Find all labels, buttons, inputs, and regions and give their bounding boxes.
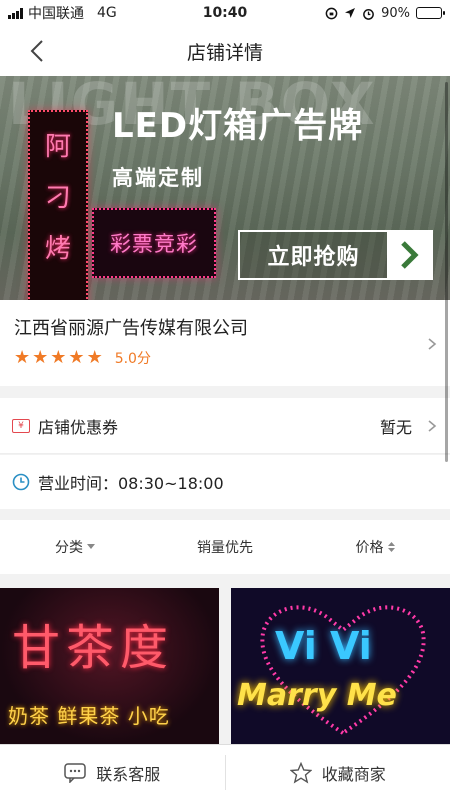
sort-price-label: 价格 (355, 540, 384, 556)
coupon-row[interactable]: ¥ 店铺优惠券 暂无 (0, 398, 450, 454)
status-right: 90% (325, 5, 445, 21)
sort-bar: 分类 销量优先 价格 (0, 520, 450, 574)
heart-icon (260, 605, 426, 736)
contact-service-button[interactable]: 联系客服 (0, 745, 225, 800)
carrier-name: 中国联通 (28, 6, 84, 22)
battery-percent: 90% (381, 5, 410, 21)
product-image-subtext: Marry Me (237, 678, 397, 713)
banner-led-sign-horizontal-text: 彩票竞彩 (110, 232, 198, 256)
chevron-left-icon (30, 40, 43, 62)
location-icon (345, 8, 356, 18)
scrollbar[interactable] (445, 82, 448, 462)
sort-toggle-icon (387, 542, 395, 552)
banner-led-sign-vertical: 阿刁烤 (28, 110, 88, 300)
signal-icon (8, 7, 23, 19)
product-image-text: Vi Vi (275, 624, 372, 668)
star-icon: ★ (32, 347, 49, 368)
clock-icon (12, 473, 30, 491)
product-image-text: 甘茶度 (12, 620, 175, 676)
bottom-action-bar: 联系客服 收藏商家 (0, 744, 450, 800)
back-button[interactable] (24, 38, 50, 64)
sort-category-button[interactable]: 分类 (0, 537, 150, 557)
status-bar: 中国联通 4G 10:40 90% (0, 0, 450, 26)
rotation-lock-icon (325, 7, 338, 19)
chevron-right-icon (387, 232, 431, 278)
shop-rating: ★ ★ ★ ★ ★ 5.0分 (14, 348, 151, 368)
star-icon: ★ (14, 347, 31, 368)
sort-sales-label: 销量优先 (197, 540, 253, 556)
coupon-icon: ¥ (12, 418, 30, 433)
product-card[interactable]: 甘茶度 奶茶 鲜果茶 小吃 (0, 588, 219, 744)
star-outline-icon (289, 761, 312, 783)
banner-led-sign-char: 烤 (44, 234, 71, 264)
product-image-subtext: 奶茶 鲜果茶 小吃 (8, 704, 170, 728)
nav-bar: 店铺详情 (0, 26, 450, 76)
banner-led-sign-char: 阿 (44, 132, 71, 162)
banner-led-sign-vertical-text: 阿刁烤 (30, 126, 86, 265)
status-left: 中国联通 4G (8, 3, 117, 23)
favorite-shop-button[interactable]: 收藏商家 (226, 745, 450, 800)
chevron-right-icon (428, 338, 437, 350)
star-icon: ★ (86, 347, 103, 368)
coupon-label: 店铺优惠券 (38, 417, 119, 437)
coupon-value: 暂无 (379, 417, 412, 437)
rating-score: 5.0分 (114, 351, 151, 367)
chat-icon (64, 762, 86, 783)
page-title: 店铺详情 (186, 41, 263, 64)
banner-cta-button[interactable]: 立即抢购 (238, 230, 433, 280)
product-grid: 甘茶度 奶茶 鲜果茶 小吃 Vi Vi Marry Me (0, 582, 450, 744)
banner-subheading: 高端定制 (112, 166, 204, 190)
business-hours-label: 营业时间：08:30~18:00 (38, 474, 224, 493)
sort-sales-button[interactable]: 销量优先 (150, 537, 300, 557)
caret-down-icon (87, 544, 95, 549)
shop-name: 江西省丽源广告传媒有限公司 (14, 318, 248, 339)
star-icon: ★ (50, 347, 67, 368)
network-type: 4G (97, 5, 117, 21)
banner-heading: LED灯箱广告牌 (112, 106, 364, 146)
battery-icon (416, 7, 445, 19)
product-card[interactable]: Vi Vi Marry Me (231, 588, 450, 744)
contact-service-label: 联系客服 (96, 764, 161, 784)
shop-info[interactable]: 江西省丽源广告传媒有限公司 ★ ★ ★ ★ ★ 5.0分 (0, 300, 450, 386)
banner-carousel[interactable]: LIGHT BOX 阿刁烤 LED灯箱广告牌 高端定制 彩票竞彩 立即抢购 (0, 76, 450, 300)
banner-led-sign-char: 刁 (44, 183, 71, 213)
sort-price-button[interactable]: 价格 (300, 537, 450, 557)
chevron-right-icon (428, 420, 437, 432)
banner-led-sign-horizontal: 彩票竞彩 (92, 208, 216, 278)
banner-cta-label: 立即抢购 (267, 245, 360, 270)
sort-category-label: 分类 (55, 540, 83, 556)
favorite-shop-label: 收藏商家 (321, 764, 386, 784)
business-hours-row: 营业时间：08:30~18:00 (0, 455, 450, 509)
star-icon: ★ (68, 347, 85, 368)
alarm-icon (363, 8, 374, 20)
